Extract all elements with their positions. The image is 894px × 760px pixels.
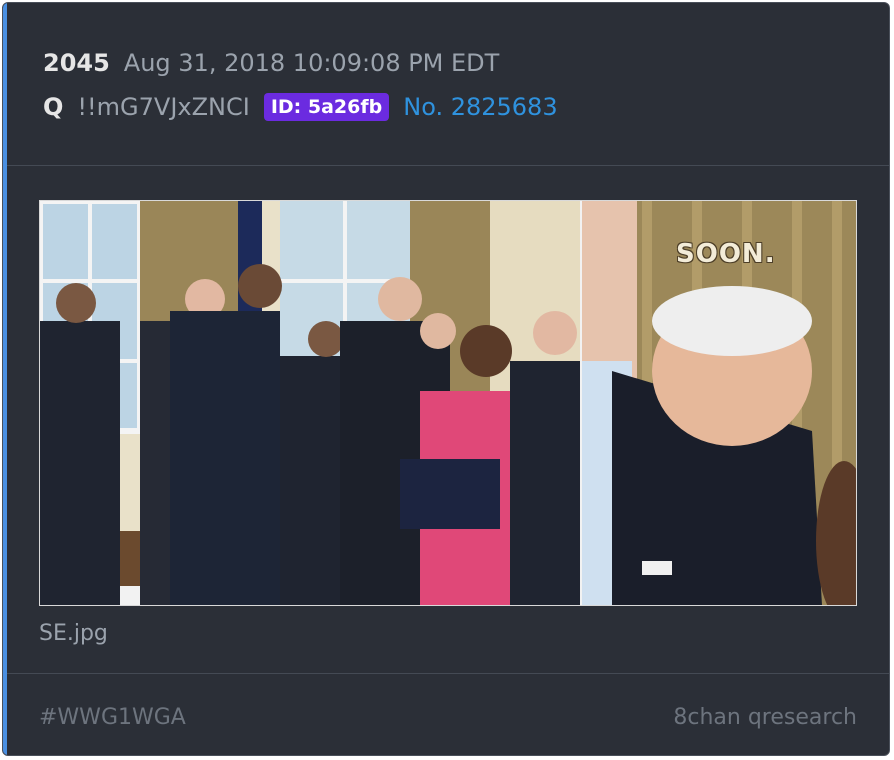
post-card: 2045 Aug 31, 2018 10:09:08 PM EDT Q !!mG… xyxy=(2,2,890,756)
hashtag: #WWG1WGA xyxy=(39,705,186,730)
oval-office-group-photo xyxy=(40,201,580,605)
post-header: 2045 Aug 31, 2018 10:09:08 PM EDT Q !!mG… xyxy=(7,3,889,165)
image-panel-left xyxy=(40,201,580,605)
poster-id-badge[interactable]: ID: 5a26fb xyxy=(263,93,390,121)
soon-overlay-text: SOON. xyxy=(676,239,776,269)
post-datetime: Aug 31, 2018 10:09:08 PM EDT xyxy=(123,49,500,77)
source-label: 8chan qresearch xyxy=(673,705,857,730)
post-number: 2045 xyxy=(43,49,110,77)
post-author-row: Q !!mG7VJxZNCI ID: 5a26fb No. 2825683 xyxy=(43,93,558,121)
post-number-link[interactable]: No. 2825683 xyxy=(403,93,557,121)
image-filename[interactable]: SE.jpg xyxy=(39,621,108,646)
header-divider xyxy=(7,165,889,166)
post-meta-row: 2045 Aug 31, 2018 10:09:08 PM EDT xyxy=(43,49,499,77)
post-image[interactable]: SOON. xyxy=(39,200,857,606)
image-panel-right: SOON. xyxy=(582,201,856,605)
author-name: Q xyxy=(43,93,64,121)
tripcode: !!mG7VJxZNCI xyxy=(77,93,250,121)
footer-divider xyxy=(7,673,889,674)
